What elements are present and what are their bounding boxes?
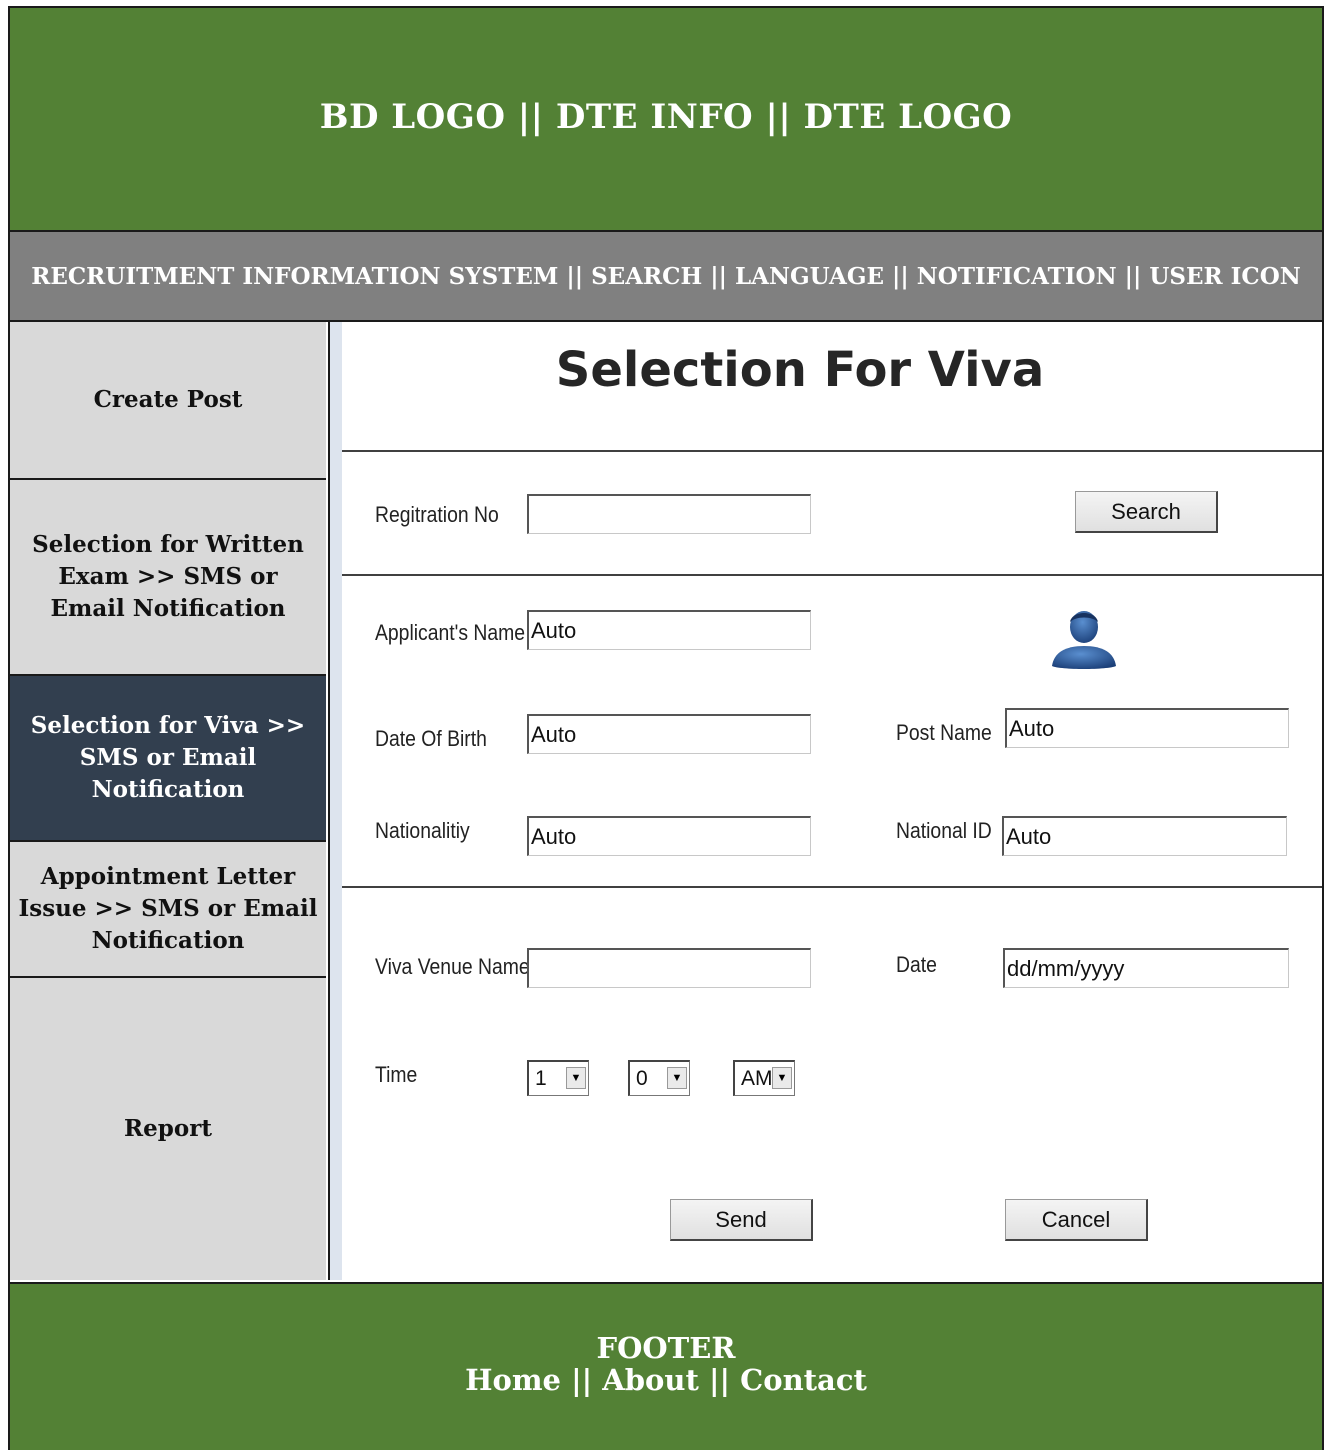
viva-venue-input[interactable] — [527, 948, 811, 988]
sidebar-item-viva[interactable]: Selection for Viva >> SMS or Email Notif… — [10, 676, 326, 842]
header-text: BD LOGO || DTE INFO || DTE LOGO — [319, 97, 1013, 137]
applicant-name-label: Applicant's Name — [375, 620, 526, 645]
sidebar-item-create-post[interactable]: Create Post — [10, 322, 326, 480]
chevron-down-icon[interactable]: ▼ — [667, 1067, 687, 1089]
registration-label: Regitration No — [375, 502, 499, 527]
post-name-label: Post Name — [896, 720, 992, 745]
footer-links[interactable]: Home || About || Contact — [465, 1361, 867, 1399]
page-title: Selection For Viva — [555, 342, 1045, 398]
date-input[interactable] — [1003, 948, 1289, 988]
applicant-name-field[interactable] — [527, 610, 811, 650]
footer: FOOTER Home || About || Contact — [10, 1282, 1322, 1450]
national-id-field[interactable] — [1002, 816, 1287, 856]
navbar-text[interactable]: RECRUITMENT INFORMATION SYSTEM || SEARCH… — [31, 263, 1301, 290]
time-label: Time — [375, 1062, 418, 1087]
nationality-field[interactable] — [527, 816, 811, 856]
date-label: Date — [896, 952, 937, 977]
content-left-strip — [330, 322, 342, 1280]
ampm-select[interactable]: AM ▼ — [733, 1060, 795, 1096]
nationality-label: Nationalitiy — [375, 818, 470, 843]
chevron-down-icon[interactable]: ▼ — [566, 1067, 586, 1089]
user-avatar-icon — [1052, 611, 1116, 669]
post-name-field[interactable] — [1005, 708, 1289, 748]
sidebar: Create Post Selection for Written Exam >… — [10, 322, 330, 1280]
search-button[interactable]: Search — [1075, 491, 1218, 533]
cancel-button[interactable]: Cancel — [1005, 1199, 1148, 1241]
sidebar-item-report[interactable]: Report — [10, 978, 326, 1280]
minute-select[interactable]: 0 ▼ — [628, 1060, 690, 1096]
national-id-label: National ID — [896, 818, 992, 843]
minute-value: 0 — [636, 1067, 648, 1090]
main-content: Selection For Viva Regitration No Search… — [330, 322, 1322, 1280]
top-navbar: RECRUITMENT INFORMATION SYSTEM || SEARCH… — [10, 232, 1322, 322]
sidebar-item-written-exam[interactable]: Selection for Written Exam >> SMS or Ema… — [10, 480, 326, 676]
hour-select[interactable]: 1 ▼ — [527, 1060, 589, 1096]
send-button[interactable]: Send — [670, 1199, 813, 1241]
hour-value: 1 — [535, 1067, 547, 1090]
page-frame: BD LOGO || DTE INFO || DTE LOGO RECRUITM… — [8, 6, 1324, 1450]
header-banner: BD LOGO || DTE INFO || DTE LOGO — [10, 8, 1322, 232]
divider — [342, 574, 1322, 576]
divider — [342, 450, 1322, 452]
registration-input[interactable] — [527, 494, 811, 534]
ampm-value: AM — [741, 1067, 773, 1090]
chevron-down-icon[interactable]: ▼ — [772, 1067, 792, 1089]
dob-label: Date Of Birth — [375, 726, 487, 751]
dob-field[interactable] — [527, 714, 811, 754]
sidebar-item-appointment-letter[interactable]: Appointment Letter Issue >> SMS or Email… — [10, 842, 326, 978]
divider — [342, 886, 1322, 888]
viva-venue-label: Viva Venue Name — [375, 954, 530, 979]
